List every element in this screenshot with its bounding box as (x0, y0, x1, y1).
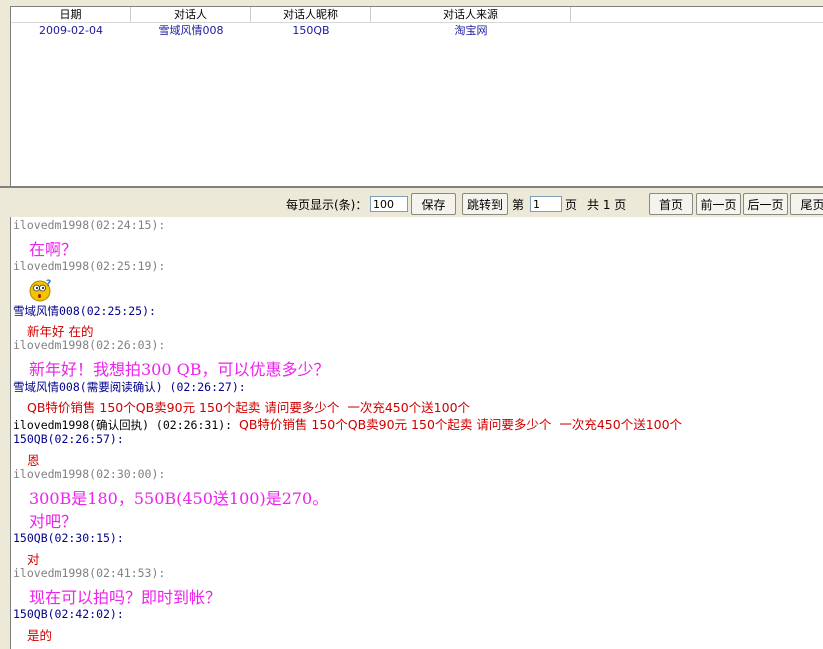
save-button[interactable]: 保存 (411, 193, 456, 215)
page-input[interactable] (530, 196, 562, 212)
conversation-list: 日期 对话人 对话人昵称 对话人来源 2009-02-04 雪域风情008 15… (10, 6, 823, 186)
page-suffix: 页 (565, 198, 578, 212)
cell-source: 淘宝网 (454, 24, 488, 37)
receipt-header: ilovedm1998(确认回执) (02:26:31): (13, 418, 240, 432)
message-header: ilovedm1998(02:24:15): (13, 218, 166, 232)
column-nickname[interactable]: 对话人昵称 (251, 7, 371, 22)
pagination-toolbar: 每页显示(条)： 保存 跳转到 第 页 共 1 页 首页 前一页 后一页 尾页 (0, 186, 823, 217)
message-header: ilovedm1998(02:26:03): (13, 338, 166, 352)
jump-button[interactable]: 跳转到 (462, 193, 508, 215)
next-page-button[interactable]: 后一页 (743, 193, 788, 215)
message-header: 150QB(02:30:15): (13, 531, 124, 545)
cell-contact: 雪域风情008 (158, 24, 224, 37)
column-source[interactable]: 对话人来源 (371, 7, 571, 22)
total-pages: 共 1 页 (587, 198, 627, 212)
message-text: 新年好！我想拍300 QB，可以优惠多少？ (29, 360, 330, 379)
message-header: 150QB(02:26:57): (13, 432, 124, 446)
message-header: 雪域风情008(02:25:25): (13, 304, 156, 318)
column-date[interactable]: 日期 (11, 7, 131, 22)
first-page-button[interactable]: 首页 (649, 193, 693, 215)
message-header: 150QB(02:42:02): (13, 607, 124, 621)
receipt-text: QB特价销售 150个QB卖90元 150个起卖 请问要多少个 一次充450个送… (239, 417, 683, 432)
confused-face-icon: ? (29, 277, 53, 302)
message-header: ilovedm1998(02:30:00): (13, 467, 166, 481)
prev-page-button[interactable]: 前一页 (696, 193, 741, 215)
table-row[interactable]: 2009-02-04 雪域风情008 150QB 淘宝网 (11, 23, 823, 39)
page-prefix: 第 (512, 198, 525, 212)
read-receipt: ilovedm1998(确认回执) (02:26:31): QB特价销售 150… (13, 414, 682, 433)
message-text: 现在可以拍吗？即时到帐？ (29, 588, 222, 607)
message-text: 对吧？ (29, 512, 78, 531)
column-contact[interactable]: 对话人 (131, 7, 251, 22)
cell-date: 2009-02-04 (39, 24, 103, 37)
last-page-button[interactable]: 尾页 (790, 193, 823, 215)
chat-history[interactable]: ilovedm1998(02:24:15): 在啊？ ilovedm1998(02:… (10, 217, 823, 649)
cell-nickname: 150QB (292, 24, 330, 37)
message-text: 在啊？ (29, 240, 78, 259)
message-header: ilovedm1998(02:41:53): (13, 566, 166, 580)
message-text: 300B是180，550B(450送100)是270。 (29, 489, 329, 508)
per-page-label: 每页显示(条)： (286, 198, 368, 212)
message-text: 是的 (27, 628, 53, 643)
per-page-input[interactable] (370, 196, 408, 212)
message-header: 雪域风情008(需要阅读确认) (02:26:27): (13, 380, 246, 394)
svg-text:?: ? (46, 279, 51, 289)
message-header: ilovedm1998(02:25:19): (13, 259, 166, 273)
list-header: 日期 对话人 对话人昵称 对话人来源 (11, 7, 823, 23)
